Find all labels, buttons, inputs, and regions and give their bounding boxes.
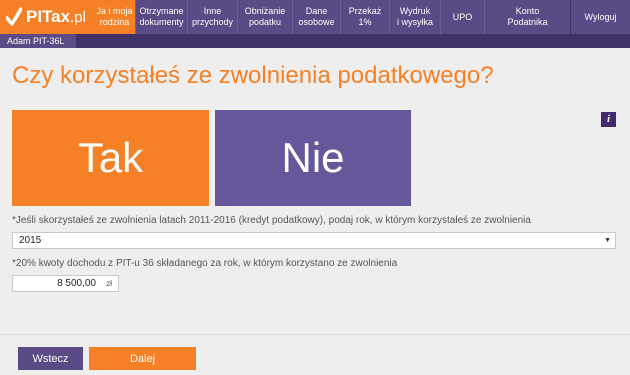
info-icon[interactable]: i (601, 112, 616, 127)
amount-value: 8 500,00 (57, 278, 96, 289)
logo[interactable]: PITax.pl (0, 0, 93, 34)
logo-text: PITax.pl (26, 7, 86, 26)
nav-otrzymane-dokumenty[interactable]: Otrzymane dokumenty (135, 0, 187, 34)
amount-unit: zł (106, 279, 112, 288)
nav-obnizanie-podatku[interactable]: Obniżanie podatku (237, 0, 292, 34)
nav-inne-przychody[interactable]: Inne przychody (187, 0, 237, 34)
user-tab[interactable]: Adam PIT-36L (0, 34, 76, 48)
dropdown-arrow-icon: ▼ (604, 237, 611, 244)
nav-dane-osobowe[interactable]: Dane osobowe (292, 0, 340, 34)
sub-bar: Adam PIT-36L (0, 34, 630, 48)
back-button[interactable]: Wstecz (18, 347, 83, 370)
year-select-value: 2015 (19, 235, 42, 246)
page-title: Czy korzystałeś ze zwolnienia podatkoweg… (12, 62, 494, 89)
nav-upo[interactable]: UPO (440, 0, 484, 34)
year-select[interactable]: 2015 ▼ (12, 232, 616, 249)
nav-konto-podatnika[interactable]: Konto Podatnika (484, 0, 570, 34)
yes-button[interactable]: Tak (12, 110, 209, 206)
nav-przekaz-1[interactable]: Przekaż 1% (340, 0, 389, 34)
next-button[interactable]: Dalej (89, 347, 196, 370)
nav-wydruk-i-wysylka[interactable]: Wydruk i wysyłka (389, 0, 440, 34)
nav-ja-i-moja-rodzina[interactable]: Ja i moja rodzina (93, 0, 135, 34)
amount-field-label: *20% kwoty dochodu z PIT-u 36 składanego… (12, 258, 398, 269)
no-button[interactable]: Nie (215, 110, 411, 206)
checkmark-logo-icon (6, 7, 22, 26)
amount-input[interactable]: 8 500,00 zł (12, 275, 119, 292)
year-field-label: *Jeśli skorzystałeś ze zwolnienia latach… (12, 215, 531, 226)
footer-divider (0, 334, 630, 335)
top-nav: PITax.pl Ja i moja rodzina Otrzymane dok… (0, 0, 630, 34)
nav-wyloguj[interactable]: Wyloguj (570, 0, 630, 34)
